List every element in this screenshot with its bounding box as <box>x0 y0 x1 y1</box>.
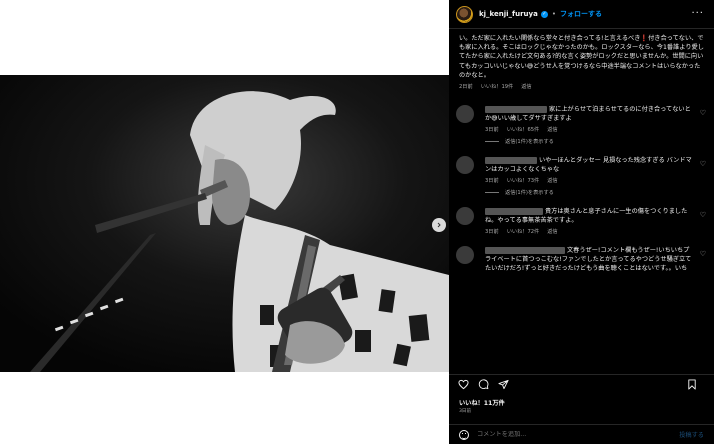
bookmark-icon[interactable] <box>687 379 697 390</box>
like-heart-icon[interactable]: ♡ <box>700 211 706 219</box>
caption-time: 2日前 <box>459 84 473 91</box>
share-icon[interactable] <box>498 379 509 390</box>
comment-item: 文春うぜー!コメント欄もうぜー!いちいちプライベートに首つっこむな!ファンでした… <box>449 246 714 273</box>
comment-reply-button[interactable]: 返信 <box>547 177 557 184</box>
caption-text: い。ただ家に入れたい関係なら堂々と付き合ってる!と言えるべき❗️付き合ってない、… <box>459 35 704 79</box>
comment-avatar[interactable] <box>456 156 474 175</box>
view-replies-button[interactable]: 返信(1件)を表示する <box>485 189 694 196</box>
post-comment-button[interactable]: 投稿する <box>679 430 704 439</box>
comment-input[interactable] <box>477 431 680 438</box>
likes-count[interactable]: いいね！11万件 <box>459 398 505 407</box>
comment-reply-button[interactable]: 返信 <box>547 228 557 235</box>
follow-button[interactable]: フォローする <box>560 9 602 19</box>
comment-body: 貴方は奥さんと息子さんに一生の傷をつくりましたね。やってる事無茶苦茶ですよ。 <box>485 207 694 225</box>
comment-avatar[interactable] <box>456 246 474 265</box>
like-heart-icon[interactable]: ♡ <box>700 109 706 117</box>
view-replies-button[interactable]: 返信(1件)を表示する <box>485 138 694 145</box>
username-link[interactable]: kj_kenji_furuya <box>479 10 538 18</box>
comment-meta: 3日前 いいね！72件 返信 <box>485 228 694 235</box>
replies-line <box>485 192 499 194</box>
comment-item: いや一ほんとダッセー 見損なった残念すぎる バンドマンはカッコよくなくちゃな 3… <box>449 156 714 196</box>
comments-list[interactable]: い。ただ家に入れたい関係なら堂々と付き合ってる!と言えるべき❗️付き合ってない、… <box>449 29 714 363</box>
emoji-icon[interactable] <box>459 429 469 440</box>
more-horizontal-icon[interactable]: ··· <box>691 8 704 19</box>
post-photo[interactable] <box>0 75 449 372</box>
comment-body: 文春うぜー!コメント欄もうぜー!いちいちプライベートに首つっこむな!ファンでした… <box>485 246 694 273</box>
comment-avatar[interactable] <box>456 105 474 124</box>
comment-username-redacted[interactable] <box>485 105 547 113</box>
comment-body: いや一ほんとダッセー 見損なった残念すぎる バンドマンはカッコよくなくちゃな <box>485 156 694 174</box>
comment-likes[interactable]: いいね！65件 <box>507 126 540 133</box>
like-heart-icon[interactable]: ♡ <box>700 160 706 168</box>
media-area <box>0 0 449 444</box>
like-heart-icon[interactable]: ♡ <box>700 250 706 258</box>
action-bar <box>449 374 714 394</box>
heart-icon[interactable] <box>458 379 469 390</box>
caption-likes[interactable]: いいね！19件 <box>481 83 514 92</box>
comment-item: 貴方は奥さんと息子さんに一生の傷をつくりましたね。やってる事無茶苦茶ですよ。 3… <box>449 207 714 235</box>
comment-username-redacted[interactable] <box>485 207 543 215</box>
comment-username-redacted[interactable] <box>485 246 565 254</box>
replies-line <box>485 141 499 143</box>
comment-username-redacted[interactable] <box>485 156 537 164</box>
view-replies-label[interactable]: 返信(1件)を表示する <box>505 138 554 145</box>
comment-body: 家に上がらせて泊まらせてるのに付き合ってないとか😅いい歳してダサすぎますよ <box>485 105 694 123</box>
comment-time: 3日前 <box>485 127 499 134</box>
comment-item: 家に上がらせて泊まらせてるのに付き合ってないとか😅いい歳してダサすぎますよ 3日… <box>449 105 714 145</box>
post-side-panel: kj_kenji_furuya ✓ • フォローする ··· い。ただ家に入れた… <box>449 0 714 444</box>
caption-meta: 2日前 いいね！19件 返信 <box>459 83 704 92</box>
caption-reply-button[interactable]: 返信 <box>521 83 531 92</box>
comment-time: 3日前 <box>485 229 499 236</box>
comment-meta: 3日前 いいね！73件 返信 <box>485 177 694 184</box>
view-replies-label[interactable]: 返信(1件)を表示する <box>505 189 554 196</box>
comment-icon[interactable] <box>478 379 489 390</box>
comment-reply-button[interactable]: 返信 <box>547 126 557 133</box>
separator-dot: • <box>551 10 556 18</box>
post-date: 3日前 <box>459 409 472 414</box>
comment-likes[interactable]: いいね！73件 <box>507 177 540 184</box>
comment-meta: 3日前 いいね！65件 返信 <box>485 126 694 133</box>
verified-badge-icon: ✓ <box>540 10 548 18</box>
comment-likes[interactable]: いいね！72件 <box>507 228 540 235</box>
avatar[interactable] <box>456 5 473 23</box>
comment-avatar[interactable] <box>456 207 474 226</box>
post-header: kj_kenji_furuya ✓ • フォローする ··· <box>449 0 714 29</box>
carousel-next-button[interactable] <box>432 218 446 232</box>
add-comment-bar: 投稿する <box>449 424 714 444</box>
caption: い。ただ家に入れたい関係なら堂々と付き合ってる!と言えるべき❗️付き合ってない、… <box>449 29 714 92</box>
chevron-right-icon <box>437 222 441 228</box>
comment-time: 3日前 <box>485 178 499 185</box>
